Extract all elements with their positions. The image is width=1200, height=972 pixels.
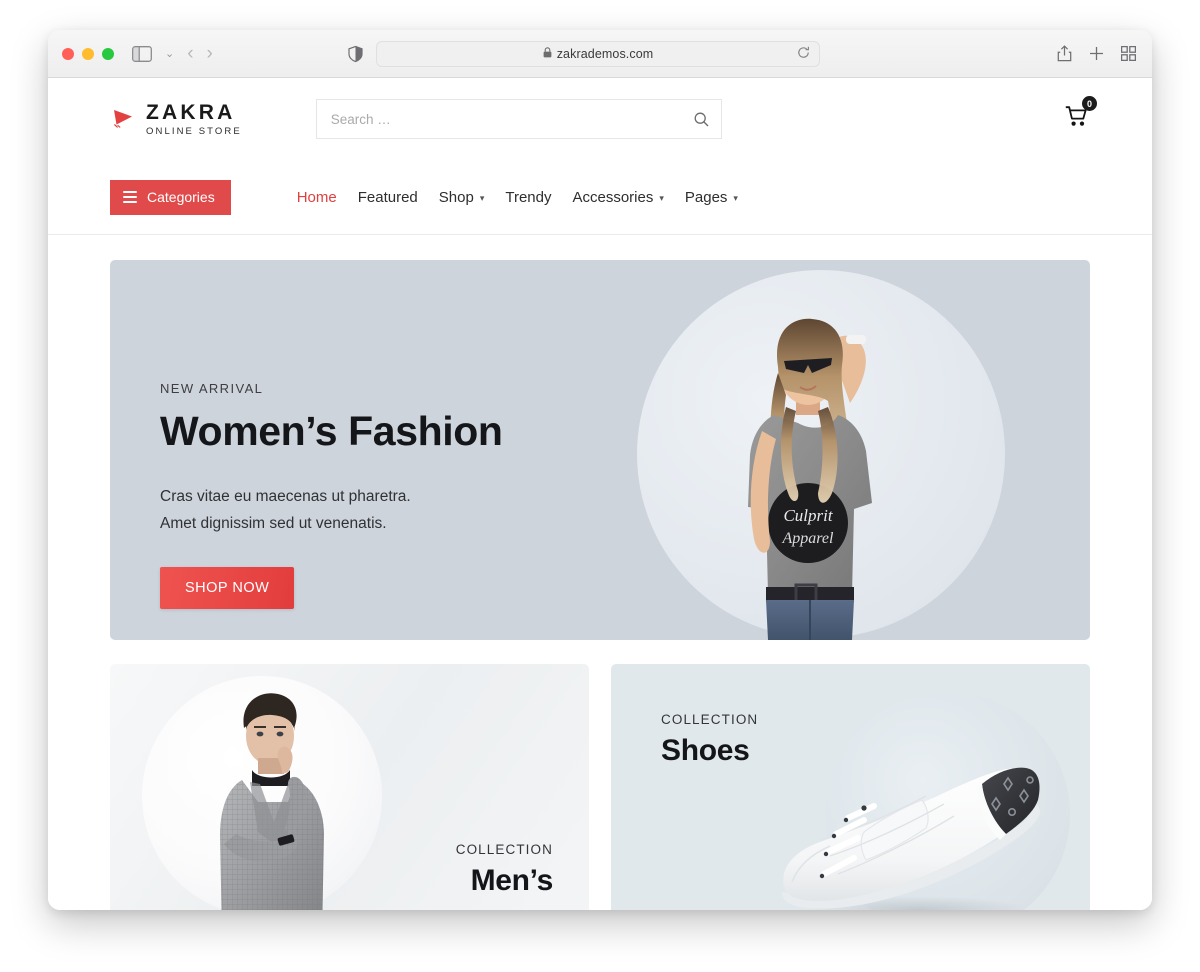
hero-title: Women’s Fashion — [160, 408, 503, 454]
sidebar-toggle-icon[interactable] — [132, 45, 152, 62]
main-navigation: Home Featured Shop ▾ Trendy Accessories — [297, 189, 738, 206]
card-copy: COLLECTION Men’s — [455, 842, 554, 898]
card-title: Shoes — [661, 734, 750, 767]
minimize-window-button[interactable] — [82, 47, 94, 60]
nav-item-shop[interactable]: Shop ▾ — [439, 189, 485, 206]
sneaker-image — [782, 767, 1040, 910]
card-eyebrow: COLLECTION — [661, 712, 759, 727]
plus-icon[interactable] — [1089, 46, 1104, 61]
sidebar-dropdown-icon[interactable]: ⌄ — [165, 47, 174, 60]
cart-button[interactable]: 0 — [1065, 96, 1097, 133]
address-bar[interactable]: zakrademos.com — [376, 40, 820, 67]
search-box[interactable] — [315, 99, 722, 139]
nav-label: Pages — [684, 188, 728, 206]
card-title: Men’s — [470, 864, 554, 897]
svg-text:Culprit: Culprit — [783, 506, 833, 525]
url-text: zakrademos.com — [556, 46, 654, 61]
search-input[interactable] — [330, 100, 707, 138]
card-copy: COLLECTION Shoes — [661, 712, 758, 768]
nav-label: Accessories — [572, 188, 654, 206]
mens-model-image — [220, 693, 324, 910]
nav-item-trendy[interactable]: Trendy — [505, 189, 551, 206]
play-triangle-icon — [110, 106, 136, 132]
header-top-row: ZAKRA ONLINE STORE Search … 0 — [110, 78, 1097, 160]
hero-eyebrow: NEW ARRIVAL — [160, 381, 264, 396]
nav-label: Featured — [357, 188, 418, 206]
maximize-window-button[interactable] — [102, 47, 114, 60]
window-controls — [62, 47, 114, 60]
card-eyebrow: COLLECTION — [455, 842, 553, 857]
hamburger-icon — [123, 191, 137, 203]
nav-item-featured[interactable]: Featured — [358, 189, 418, 206]
reload-icon[interactable] — [797, 46, 810, 62]
lock-icon — [543, 46, 552, 61]
collection-cards: COLLECTION Men’s COLLECTION Shoes — [110, 664, 1090, 910]
categories-button[interactable]: Categories — [110, 179, 231, 215]
search-icon[interactable] — [694, 112, 709, 127]
page-viewport: ZAKRA ONLINE STORE Search … 0 Categories… — [48, 78, 1152, 910]
privacy-shield-icon[interactable] — [348, 45, 363, 62]
toolbar-right-actions — [1057, 45, 1136, 62]
nav-item-home[interactable]: Home — [297, 189, 337, 206]
site-header: ZAKRA ONLINE STORE Search … 0 Categories… — [48, 78, 1152, 235]
nav-label: Trendy — [505, 188, 552, 206]
chevron-down-icon: ▾ — [659, 192, 664, 203]
hero-description-line-2: Amet dignissim sed ut venenatis. — [160, 514, 387, 532]
tab-overview-icon[interactable] — [1121, 46, 1136, 61]
site-logo[interactable]: ZAKRA ONLINE STORE — [110, 102, 242, 137]
hero-model-image: Culprit Apparel — [748, 318, 872, 640]
close-window-button[interactable] — [62, 47, 74, 60]
svg-text:Apparel: Apparel — [782, 530, 835, 547]
back-arrow-icon[interactable]: ‹ — [187, 44, 193, 63]
forward-arrow-icon[interactable]: › — [207, 44, 213, 63]
browser-window: ⌄ ‹ › zakrademos.com ZAKRA ONLINE STORE … — [48, 30, 1152, 910]
shopping-cart-icon — [1065, 106, 1090, 132]
nav-label: Home — [296, 188, 337, 206]
collection-card-shoes[interactable]: COLLECTION Shoes — [611, 664, 1090, 910]
share-icon[interactable] — [1057, 45, 1072, 62]
categories-button-label: Categories — [147, 189, 215, 205]
chevron-down-icon: ▾ — [733, 192, 738, 203]
browser-toolbar: ⌄ ‹ › zakrademos.com — [48, 30, 1152, 78]
chevron-down-icon: ▾ — [479, 192, 485, 203]
cart-count-badge: 0 — [1082, 96, 1097, 111]
logo-subtitle: ONLINE STORE — [146, 125, 242, 137]
hero-description-line-1: Cras vitae eu maecenas ut pharetra. — [160, 488, 411, 505]
nav-label: Shop — [438, 188, 474, 206]
shop-now-button[interactable]: SHOP NOW — [160, 567, 295, 610]
header-nav-row: Categories Home Featured Shop ▾ Trendy A… — [110, 160, 1090, 234]
logo-title: ZAKRA — [146, 100, 236, 124]
nav-item-accessories[interactable]: Accessories ▾ — [572, 189, 663, 206]
hero-banner[interactable]: Culprit Apparel NEW ARRIVAL Women’s Fash… — [110, 260, 1090, 640]
hero-copy: NEW ARRIVAL Women’s Fashion Cras vitae e… — [160, 381, 503, 610]
nav-item-pages[interactable]: Pages ▾ — [685, 189, 738, 206]
collection-card-mens[interactable]: COLLECTION Men’s — [110, 664, 589, 910]
page-content: Culprit Apparel NEW ARRIVAL Women’s Fash… — [48, 235, 1152, 910]
